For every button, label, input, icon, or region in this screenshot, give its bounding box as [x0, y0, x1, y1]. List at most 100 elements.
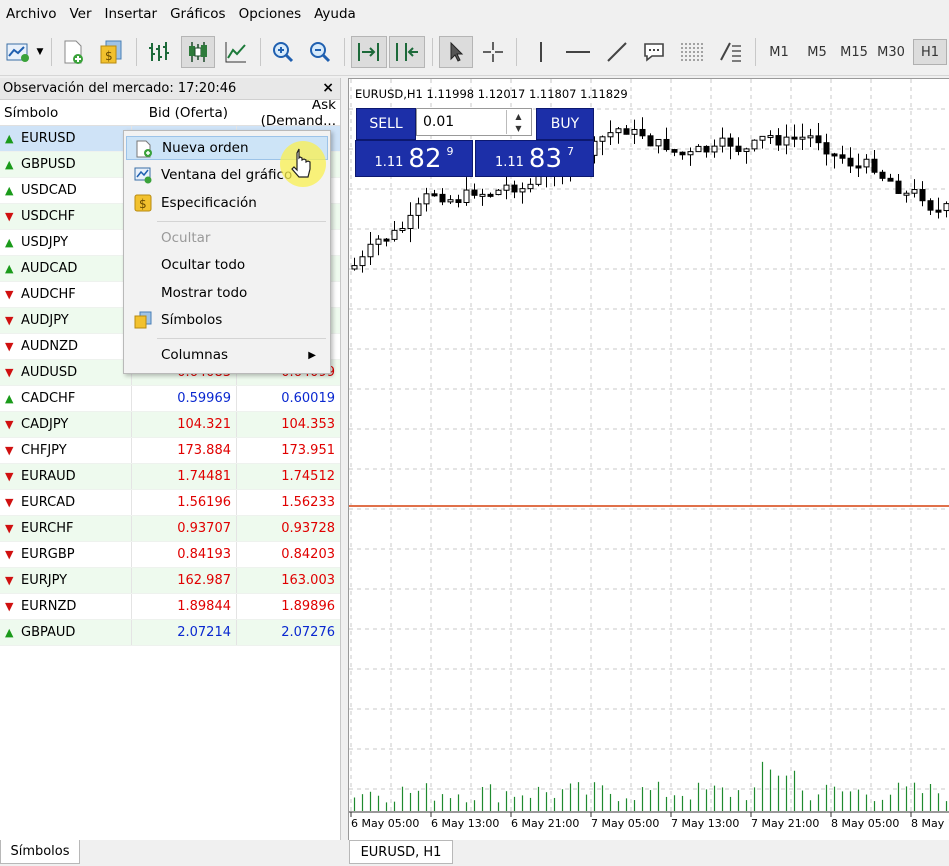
candle-body [623, 128, 630, 135]
menu-item-label: Ventana del gráfico [161, 167, 293, 183]
lot-down-icon[interactable]: ▼ [507, 122, 530, 134]
column-ask-header[interactable]: Ask (Demand... [236, 97, 340, 129]
buy-quote[interactable]: 1.11 83 7 [475, 140, 594, 177]
symbol-cell: ▲ CADCHF [0, 386, 131, 411]
timeframe-m15[interactable]: M15 [837, 39, 871, 65]
symbol-cell: ▲ GBPUSD [0, 152, 131, 177]
market-watch-header: Símbolo Bid (Oferta) Ask (Demand... [0, 97, 340, 129]
table-row[interactable]: ▼ EURJPY 162.987 163.003 [0, 568, 340, 594]
symbol-cell: ▼ AUDJPY [0, 308, 131, 333]
arrow-down-icon: ▼ [5, 210, 14, 223]
column-symbol-header[interactable]: Símbolo [0, 105, 131, 121]
table-row[interactable]: ▼ EURGBP 0.84193 0.84203 [0, 542, 340, 568]
sell-quote[interactable]: 1.11 82 9 [355, 140, 473, 177]
table-row[interactable]: ▼ EURCHF 0.93707 0.93728 [0, 516, 340, 542]
candle-body [391, 229, 398, 240]
menu-item-simbolos[interactable]: Símbolos [126, 308, 328, 332]
bid-cell: 2.07214 [131, 620, 236, 645]
line-chart-icon[interactable] [221, 36, 251, 68]
menu-graficos[interactable]: Gráficos [170, 6, 226, 22]
candlestick-icon[interactable] [181, 36, 215, 68]
market-watch-icon[interactable]: $ [96, 36, 126, 68]
timeframe-m1[interactable]: M1 [762, 39, 796, 65]
table-row[interactable]: ▼ EURNZD 1.89844 1.89896 [0, 594, 340, 620]
cursor-icon[interactable] [439, 36, 473, 68]
timeframe-m5[interactable]: M5 [800, 39, 834, 65]
arrow-up-icon: ▲ [5, 236, 14, 249]
bar-chart-icon[interactable] [144, 36, 174, 68]
menu-archivo[interactable]: Archivo [6, 6, 56, 22]
symbol-cell: ▼ AUDNZD [0, 334, 131, 359]
chart-shift-icon[interactable] [389, 36, 425, 68]
menu-item-especificacion[interactable]: $ Especificación [126, 191, 328, 215]
candle-body [647, 135, 654, 147]
candle-body [783, 136, 790, 146]
tab-simbolos[interactable]: Símbolos [0, 840, 80, 864]
bid-cell: 0.59969 [131, 386, 236, 411]
x-axis-label: 6 May 13:00 [431, 817, 499, 830]
x-axis-label: 8 May 05:00 [831, 817, 899, 830]
ask-cell: 1.89896 [236, 594, 340, 619]
profiles-icon[interactable] [58, 36, 88, 68]
table-row[interactable]: ▼ CHFJPY 173.884 173.951 [0, 438, 340, 464]
candle-body [503, 184, 510, 191]
chart-window[interactable]: 6 May 05:00 6 May 13:00 6 May 21:00 7 May 0… [348, 78, 949, 840]
crosshair-icon[interactable] [478, 36, 508, 68]
lot-up-icon[interactable]: ▲ [507, 110, 530, 122]
menu-opciones[interactable]: Opciones [239, 6, 302, 22]
zoom-out-icon[interactable] [305, 36, 335, 68]
trendline-icon[interactable] [601, 36, 633, 68]
candle-body [599, 136, 606, 142]
timeframe-m30[interactable]: M30 [874, 39, 908, 65]
candle-body [719, 137, 726, 147]
table-row[interactable]: ▲ GBPAUD 2.07214 2.07276 [0, 620, 340, 646]
candle-body [943, 203, 949, 212]
menu-item-ocultar-todo[interactable]: Ocultar todo [126, 253, 328, 277]
symbol-cell: ▲ GBPAUD [0, 620, 131, 645]
candle-body [727, 137, 734, 147]
fibonacci-icon[interactable] [676, 36, 708, 68]
menu-insertar[interactable]: Insertar [105, 6, 158, 22]
symbol-name: EURUSD [21, 131, 76, 146]
market-watch-title: Observación del mercado: 17:20:46 [3, 81, 237, 96]
candle-body [919, 189, 926, 202]
new-chart-icon[interactable] [4, 36, 32, 68]
ask-cell: 0.60019 [236, 386, 340, 411]
table-row[interactable]: ▲ CADCHF 0.59969 0.60019 [0, 386, 340, 412]
candle-body [671, 149, 678, 153]
candle-body [479, 193, 486, 197]
timeframe-h1[interactable]: H1 [913, 39, 947, 65]
vertical-line-icon[interactable] [526, 36, 556, 68]
close-icon[interactable]: × [322, 80, 334, 96]
x-axis-label: 7 May 05:00 [591, 817, 659, 830]
tab-chart-eurusd-h1[interactable]: EURUSD, H1 [349, 840, 453, 864]
arrow-down-icon: ▼ [5, 288, 14, 301]
menu-item-mostrar-todo[interactable]: Mostrar todo [126, 281, 328, 305]
candle-body [367, 243, 374, 258]
sell-button[interactable]: SELL [356, 108, 416, 140]
zoom-in-icon[interactable] [268, 36, 298, 68]
new-chart-dropdown-icon[interactable]: ▼ [33, 36, 47, 68]
menu-ayuda[interactable]: Ayuda [314, 6, 356, 22]
menu-ver[interactable]: Ver [69, 6, 91, 22]
text-icon[interactable] [638, 36, 670, 68]
horizontal-line-icon[interactable] [562, 36, 594, 68]
menu-item-label: Mostrar todo [161, 285, 248, 301]
ask-cell: 0.84203 [236, 542, 340, 567]
candle-body [751, 139, 758, 150]
symbol-cell: ▼ CHFJPY [0, 438, 131, 463]
table-row[interactable]: ▼ EURCAD 1.56196 1.56233 [0, 490, 340, 516]
symbol-name: EURJPY [21, 573, 68, 588]
arrow-down-icon: ▼ [5, 522, 14, 535]
autoscroll-icon[interactable] [351, 36, 387, 68]
candle-body [359, 256, 366, 267]
objects-icon[interactable] [715, 36, 747, 68]
arrow-down-icon: ▼ [5, 600, 14, 613]
table-row[interactable]: ▼ EURAUD 1.74481 1.74512 [0, 464, 340, 490]
lot-stepper[interactable]: ▲ ▼ [506, 110, 530, 134]
buy-button[interactable]: BUY [536, 108, 594, 140]
table-row[interactable]: ▼ CADJPY 104.321 104.353 [0, 412, 340, 438]
column-bid-header[interactable]: Bid (Oferta) [131, 105, 236, 121]
candle-body [847, 157, 854, 167]
menu-item-columnas[interactable]: Columnas ▶ [126, 343, 328, 367]
